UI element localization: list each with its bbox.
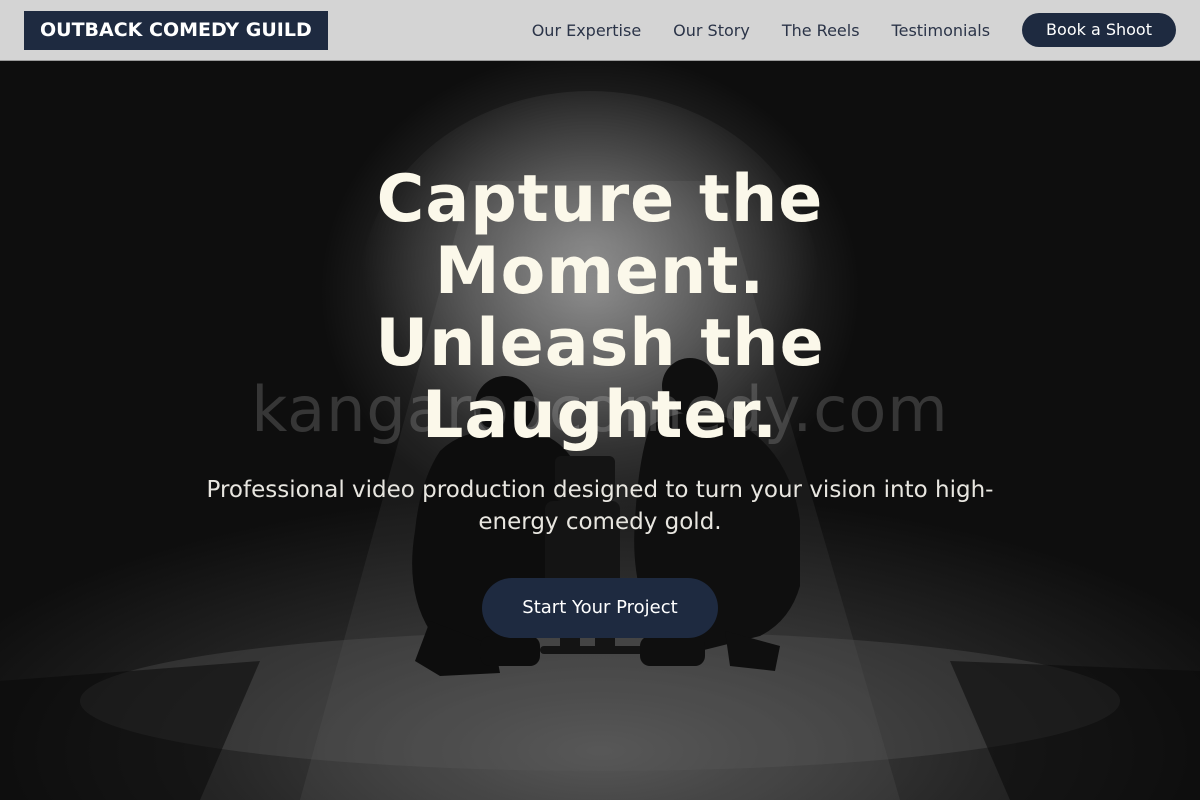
- floor-shadow-right: [950, 661, 1200, 800]
- hero-section: kangaroocomedy.com Capture the Moment. U…: [0, 61, 1200, 800]
- book-a-shoot-button[interactable]: Book a Shoot: [1022, 13, 1176, 47]
- start-your-project-button[interactable]: Start Your Project: [482, 578, 718, 638]
- nav-link-our-story[interactable]: Our Story: [673, 21, 750, 40]
- site-header: OUTBACK COMEDY GUILD Our Expertise Our S…: [0, 0, 1200, 61]
- main-nav: Our Expertise Our Story The Reels Testim…: [532, 13, 1176, 47]
- nav-link-testimonials[interactable]: Testimonials: [892, 21, 991, 40]
- nav-link-the-reels[interactable]: The Reels: [782, 21, 860, 40]
- site-logo[interactable]: OUTBACK COMEDY GUILD: [24, 10, 328, 50]
- floor-shadow-left: [0, 661, 260, 800]
- nav-link-our-expertise[interactable]: Our Expertise: [532, 21, 641, 40]
- hero-title: Capture the Moment. Unleash the Laughter…: [375, 162, 825, 453]
- hero-subtitle: Professional video production designed t…: [206, 477, 994, 535]
